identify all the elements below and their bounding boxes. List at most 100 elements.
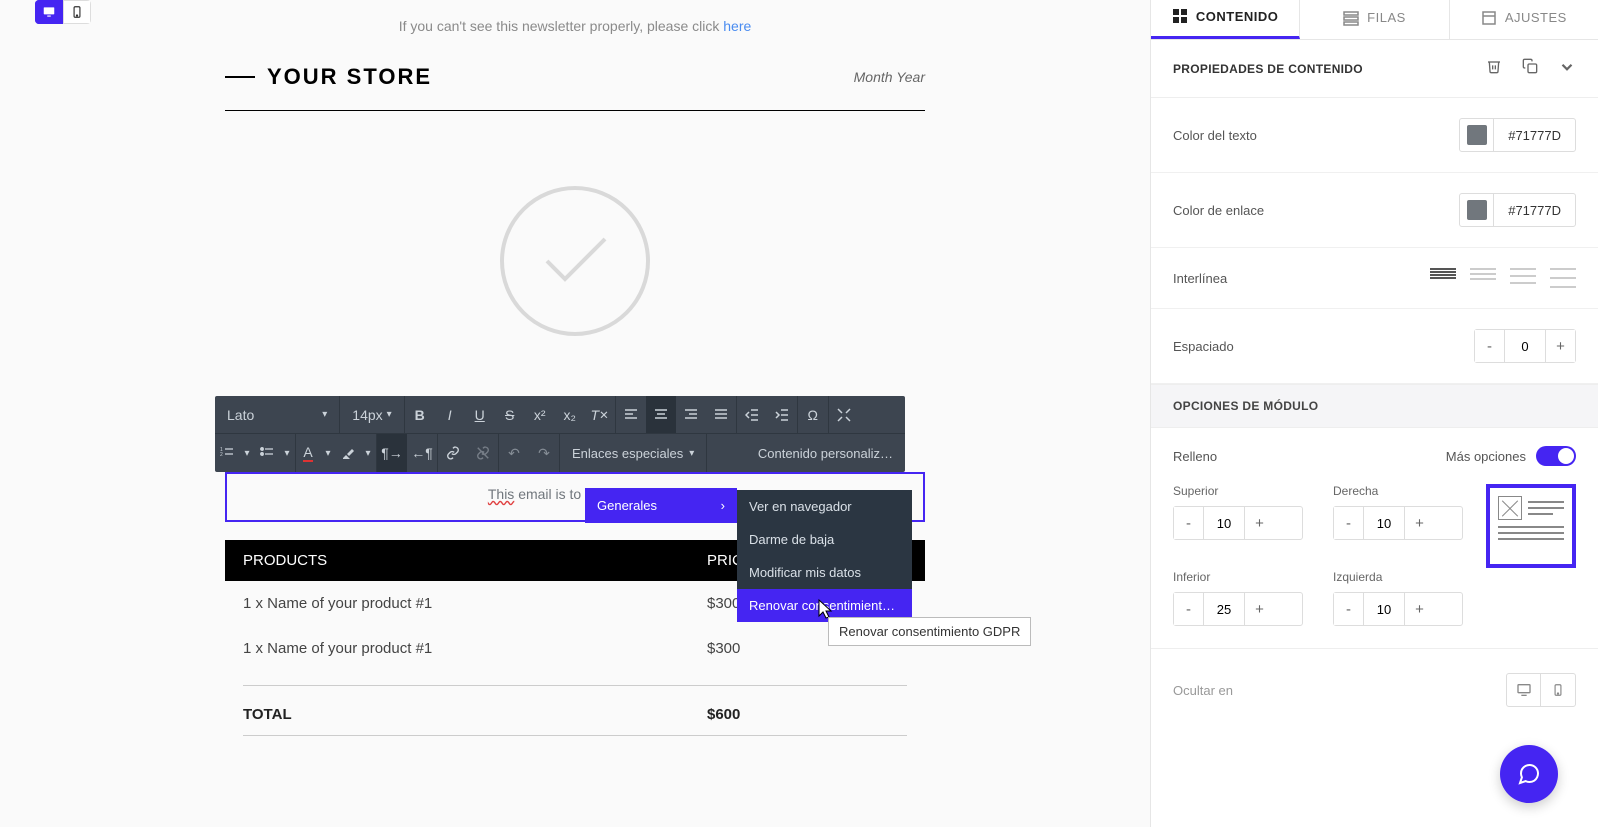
underline-button[interactable]: U: [465, 396, 495, 433]
bold-button[interactable]: B: [405, 396, 435, 433]
align-justify-button[interactable]: [706, 396, 736, 433]
ordered-list-button[interactable]: 12: [215, 434, 239, 472]
delete-button[interactable]: [1486, 58, 1502, 79]
highlight-color-button[interactable]: [336, 434, 360, 472]
tab-filas[interactable]: FILAS: [1300, 0, 1449, 39]
tab-contenido[interactable]: CONTENIDO: [1151, 0, 1300, 39]
chevron-down-icon: ▾: [322, 409, 327, 420]
clear-format-button[interactable]: T✕: [585, 396, 615, 433]
store-header: YOUR STORE Month Year: [225, 64, 925, 111]
ordered-list-more-button[interactable]: ▾: [239, 434, 255, 472]
store-name: YOUR STORE: [267, 64, 432, 90]
unordered-list-button[interactable]: [255, 434, 279, 472]
lineheight-option-2[interactable]: [1470, 268, 1496, 288]
rtl-button[interactable]: ←¶: [407, 434, 437, 472]
spacing-minus-button[interactable]: -: [1475, 330, 1505, 362]
padding-left-label: Izquierda: [1333, 570, 1463, 584]
sidebar-tabs: CONTENIDO FILAS AJUSTES: [1151, 0, 1598, 40]
ocultar-label: Ocultar en: [1173, 683, 1233, 698]
padding-preview-icon: [1486, 484, 1576, 568]
padding-bottom-plus[interactable]: +: [1244, 593, 1274, 625]
module-options-title: OPCIONES DE MÓDULO: [1151, 384, 1598, 428]
more-options-toggle[interactable]: [1536, 446, 1576, 466]
undo-button[interactable]: ↶: [499, 434, 529, 472]
italic-button[interactable]: I: [435, 396, 465, 433]
padding-right-minus[interactable]: -: [1334, 507, 1364, 539]
special-links-dropdown[interactable]: Enlaces especiales▾: [560, 434, 706, 472]
lineheight-option-3[interactable]: [1510, 268, 1536, 288]
relleno-label: Relleno: [1173, 449, 1217, 464]
padding-left-minus[interactable]: -: [1334, 593, 1364, 625]
outdent-button[interactable]: [737, 396, 767, 433]
submenu-modificar-datos[interactable]: Modificar mis datos: [737, 556, 912, 589]
align-right-button[interactable]: [676, 396, 706, 433]
sidebar: CONTENIDO FILAS AJUSTES PROPIEDADES DE C…: [1150, 0, 1598, 827]
preview-here-link[interactable]: here: [723, 18, 751, 34]
hide-on-desktop-button[interactable]: [1507, 674, 1541, 706]
padding-top-stepper: - +: [1173, 506, 1303, 540]
svg-text:2: 2: [220, 452, 223, 458]
custom-content-dropdown[interactable]: Contenido personaliz…: [746, 446, 905, 461]
device-toggle: [35, 0, 91, 24]
align-center-button[interactable]: [646, 396, 676, 433]
superscript-button[interactable]: x²: [525, 396, 555, 433]
padding-bottom-input[interactable]: [1204, 593, 1244, 625]
padding-left-plus[interactable]: +: [1404, 593, 1434, 625]
insert-link-button[interactable]: [438, 434, 468, 472]
ltr-button[interactable]: ¶→: [377, 434, 407, 472]
chevron-right-icon: ›: [721, 498, 725, 513]
padding-top-minus[interactable]: -: [1174, 507, 1204, 539]
padding-left-input[interactable]: [1364, 593, 1404, 625]
total-row: TOTAL $600: [225, 686, 925, 735]
hide-on-mobile-button[interactable]: [1541, 674, 1575, 706]
checkmark-circle-icon: [500, 186, 650, 336]
collapse-toolbar-button[interactable]: [829, 396, 859, 433]
tab-ajustes[interactable]: AJUSTES: [1450, 0, 1598, 39]
padding-bottom-minus[interactable]: -: [1174, 593, 1204, 625]
redo-button[interactable]: ↷: [529, 434, 559, 472]
text-color-more-button[interactable]: ▾: [320, 434, 336, 472]
font-size-select[interactable]: 14px ▾: [340, 396, 404, 433]
more-options-label: Más opciones: [1446, 449, 1526, 464]
padding-top-plus[interactable]: +: [1244, 507, 1274, 539]
padding-left-stepper: - +: [1333, 592, 1463, 626]
preview-link-text: If you can't see this newsletter properl…: [225, 18, 925, 34]
spacing-input[interactable]: [1505, 330, 1545, 362]
collapse-section-button[interactable]: [1558, 58, 1576, 79]
lineheight-option-1[interactable]: [1430, 268, 1456, 288]
lineheight-label: Interlínea: [1173, 271, 1227, 286]
store-dash-icon: [225, 76, 255, 79]
device-desktop-button[interactable]: [35, 0, 63, 24]
remove-link-button[interactable]: [468, 434, 498, 472]
color-swatch-icon: [1467, 200, 1487, 220]
chevron-down-icon: ▾: [689, 448, 694, 459]
subscript-button[interactable]: x₂: [555, 396, 585, 433]
help-fab-button[interactable]: [1500, 745, 1558, 803]
text-color-button[interactable]: A: [296, 434, 320, 472]
padding-bottom-label: Inferior: [1173, 570, 1303, 584]
indent-button[interactable]: [767, 396, 797, 433]
highlight-color-more-button[interactable]: ▾: [360, 434, 376, 472]
link-color-input[interactable]: #71777D: [1459, 193, 1576, 227]
padding-right-plus[interactable]: +: [1404, 507, 1434, 539]
spacing-plus-button[interactable]: +: [1545, 330, 1575, 362]
lineheight-option-4[interactable]: [1550, 268, 1576, 288]
duplicate-button[interactable]: [1522, 58, 1538, 79]
month-year: Month Year: [854, 69, 925, 85]
menu-generales[interactable]: Generales ›: [585, 488, 737, 523]
link-color-label: Color de enlace: [1173, 203, 1264, 218]
align-left-button[interactable]: [616, 396, 646, 433]
tooltip: Renovar consentimiento GDPR: [828, 617, 1031, 646]
rich-text-toolbar: Lato ▾ 14px ▾ B I U S x² x₂ T✕: [215, 396, 905, 472]
text-color-input[interactable]: #71777D: [1459, 118, 1576, 152]
padding-top-input[interactable]: [1204, 507, 1244, 539]
padding-right-input[interactable]: [1364, 507, 1404, 539]
submenu-darme-baja[interactable]: Darme de baja: [737, 523, 912, 556]
device-mobile-button[interactable]: [63, 0, 91, 24]
submenu-ver-navegador[interactable]: Ver en navegador: [737, 490, 912, 523]
font-family-select[interactable]: Lato ▾: [215, 396, 340, 433]
strikethrough-button[interactable]: S: [495, 396, 525, 433]
unordered-list-more-button[interactable]: ▾: [279, 434, 295, 472]
chevron-down-icon: ▾: [387, 409, 392, 420]
special-char-button[interactable]: Ω: [798, 396, 828, 433]
